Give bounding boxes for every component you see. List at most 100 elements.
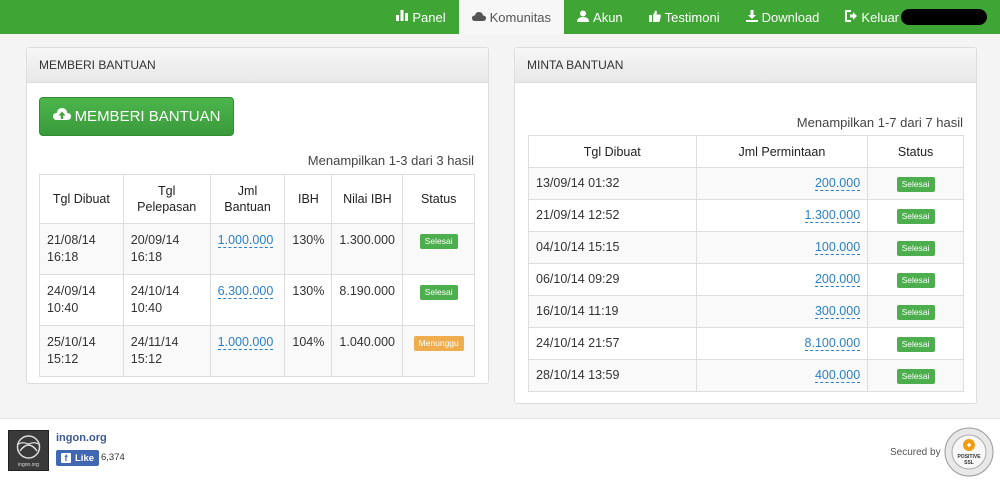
thumbs-up-icon <box>648 10 661 25</box>
amount-cell: 8.100.000 <box>695 327 869 360</box>
status-badge: Selesai <box>896 369 935 384</box>
created-cell: 13/09/14 01:32 <box>528 167 697 200</box>
amount-link[interactable]: 100.000 <box>814 240 861 255</box>
amount-cell: 100.000 <box>695 231 869 264</box>
memberi-bantuan-panel: MEMBERI BANTUAN MEMBERI BANTUAN Menampil… <box>26 47 489 384</box>
created-date: 21/08/14 <box>47 233 96 247</box>
user-icon <box>577 10 590 25</box>
column-header[interactable]: Jml Bantuan <box>209 174 286 224</box>
site-name-link[interactable]: ingon.org <box>56 432 107 444</box>
column-header[interactable]: Nilai IBH <box>331 174 404 224</box>
status-badge: Selesai <box>896 177 935 192</box>
amount-link[interactable]: 200.000 <box>814 176 861 191</box>
status-badge: Selesai <box>419 234 458 249</box>
nav-download-label: Download <box>761 9 820 25</box>
release-date: 20/09/14 <box>130 233 180 247</box>
site-logo[interactable]: ingon.org <box>8 430 49 471</box>
created-cell: 21/08/14 16:18 <box>39 223 124 275</box>
nav-menu: Panel Komunitas Akun Testimoni Download <box>383 0 1000 34</box>
release-cell: 24/10/14 10:40 <box>122 274 211 326</box>
memberi-bantuan-button[interactable]: MEMBERI BANTUAN <box>39 97 234 136</box>
ssl-seal[interactable]: POSITIVE SSL <box>944 427 994 477</box>
facebook-like-button[interactable]: f Like <box>56 450 100 466</box>
created-cell: 24/10/14 21:57 <box>528 327 697 360</box>
like-count: 6,374 <box>101 452 125 463</box>
table-row: 28/10/14 13:59 400.000 Selesai <box>528 359 964 392</box>
amount-cell: 200.000 <box>695 167 869 200</box>
column-header[interactable]: Tgl Dibuat <box>528 135 697 168</box>
secured-by-label: Secured by <box>890 447 941 458</box>
cloud-upload-icon <box>52 107 71 126</box>
amount-link[interactable]: 1.300.000 <box>804 208 861 223</box>
nav-panel[interactable]: Panel <box>383 0 458 34</box>
column-header[interactable]: Tgl Dibuat <box>39 174 124 224</box>
minta-bantuan-panel: MINTA BANTUAN Menampilkan 1-7 dari 7 has… <box>514 47 977 404</box>
amount-link[interactable]: 6.300.000 <box>217 284 274 299</box>
panel-title: MINTA BANTUAN <box>515 48 976 83</box>
table-row: 04/10/14 15:15 100.000 Selesai <box>528 231 964 264</box>
nav-akun[interactable]: Akun <box>564 0 636 34</box>
release-time: 16:18 <box>130 250 163 264</box>
table-row: 21/08/14 16:18 20/09/14 16:18 1.000.000 13… <box>39 223 475 275</box>
amount-link[interactable]: 1.000.000 <box>217 335 274 350</box>
status-cell: Selesai <box>402 274 475 326</box>
like-label: Like <box>75 452 95 464</box>
status-cell: Menunggu <box>402 325 475 377</box>
status-cell: Selesai <box>867 295 964 328</box>
amount-cell: 1.000.000 <box>209 325 286 377</box>
nav-komunitas[interactable]: Komunitas <box>458 0 565 34</box>
amount-cell: 400.000 <box>695 359 869 392</box>
result-count: Menampilkan 1-3 dari 3 hasil <box>307 153 474 168</box>
created-cell: 28/10/14 13:59 <box>528 359 697 392</box>
nav-komunitas-label: Komunitas <box>489 9 552 25</box>
status-badge: Selesai <box>896 209 935 224</box>
table-row: 25/10/14 15:12 24/11/14 15:12 1.000.000 10… <box>39 325 475 377</box>
panel-title: MEMBERI BANTUAN <box>27 48 488 83</box>
amount-link[interactable]: 400.000 <box>814 368 861 383</box>
memberi-bantuan-table: Tgl Dibuat Tgl Pelepasan Jml Bantuan IBH… <box>39 174 475 377</box>
amount-link[interactable]: 1.000.000 <box>217 233 274 248</box>
minta-bantuan-table: Tgl Dibuat Jml Permintaan Status 13/09/1… <box>528 135 964 392</box>
column-header[interactable]: Status <box>867 135 964 168</box>
amount-link[interactable]: 300.000 <box>814 304 861 319</box>
cloud-icon <box>471 10 486 24</box>
status-cell: Selesai <box>867 263 964 296</box>
status-badge: Selesai <box>896 337 935 352</box>
table-row: 16/10/14 11:19 300.000 Selesai <box>528 295 964 328</box>
status-badge: Selesai <box>419 285 458 300</box>
logo-emblem-icon: ingon.org <box>16 435 41 468</box>
column-header[interactable]: IBH <box>284 174 333 224</box>
amount-cell: 1.300.000 <box>695 199 869 232</box>
status-cell: Selesai <box>402 223 475 275</box>
amount-cell: 300.000 <box>695 295 869 328</box>
column-header[interactable]: Tgl Pelepasan <box>122 174 211 224</box>
bar-chart-icon <box>396 10 409 24</box>
created-time: 10:40 <box>47 301 79 315</box>
amount-link[interactable]: 200.000 <box>814 272 861 287</box>
column-header[interactable]: Status <box>402 174 475 224</box>
nav-download[interactable]: Download <box>733 0 833 34</box>
created-cell: 04/10/14 15:15 <box>528 231 697 264</box>
table-row: 21/09/14 12:52 1.300.000 Selesai <box>528 199 964 232</box>
created-date: 25/10/14 <box>47 335 96 349</box>
release-time: 15:12 <box>130 352 163 366</box>
table-row: 24/09/14 10:40 24/10/14 10:40 6.300.000 13… <box>39 274 475 326</box>
table-row: 24/10/14 21:57 8.100.000 Selesai <box>528 327 964 360</box>
created-time: 15:12 <box>47 352 79 366</box>
amount-link[interactable]: 8.100.000 <box>804 336 861 351</box>
nav-panel-label: Panel <box>412 9 446 25</box>
table-row: 06/10/14 09:29 200.000 Selesai <box>528 263 964 296</box>
created-cell: 21/09/14 12:52 <box>528 199 697 232</box>
ssl-text: POSITIVE SSL <box>957 454 981 466</box>
main-content: MEMBERI BANTUAN MEMBERI BANTUAN Menampil… <box>0 34 1000 418</box>
nav-keluar[interactable]: Keluar <box>832 0 1000 34</box>
release-date: 24/11/14 <box>130 335 179 349</box>
release-time: 10:40 <box>130 301 163 315</box>
created-date: 24/09/14 <box>47 284 96 298</box>
logout-icon <box>845 9 858 25</box>
ssl-seal-icon <box>944 427 994 477</box>
amount-cell: 200.000 <box>695 263 869 296</box>
column-header[interactable]: Jml Permintaan <box>695 135 869 168</box>
release-cell: 24/11/14 15:12 <box>122 325 211 377</box>
nav-testimoni[interactable]: Testimoni <box>636 0 733 34</box>
